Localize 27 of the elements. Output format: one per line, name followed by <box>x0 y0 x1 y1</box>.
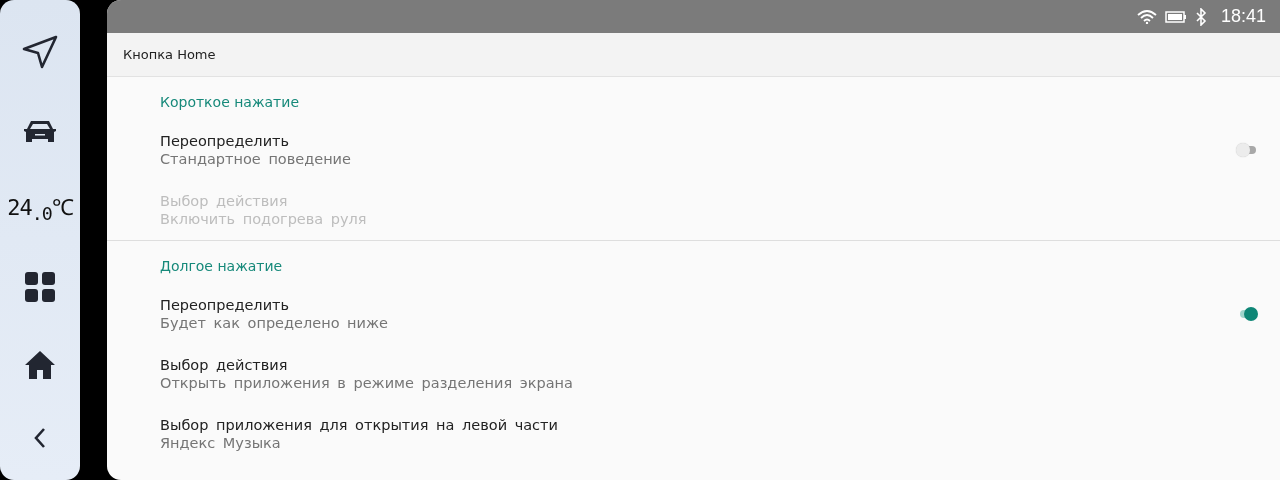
list-preference[interactable]: Выбор приложения для открытия на левой части Яндекс Музыка <box>107 404 1280 464</box>
preference-summary: Яндекс Музыка <box>160 435 282 451</box>
preference-title: Выбор действия <box>160 193 289 209</box>
preference-title: Переопределить <box>160 133 291 149</box>
car-icon[interactable] <box>23 118 57 145</box>
preference-summary: Стандартное поведение <box>160 151 352 167</box>
back-icon[interactable] <box>32 426 48 449</box>
clock: 18:41 <box>1220 6 1266 27</box>
list-preference[interactable]: Выбор действия Открыть приложения в режиме разделения экрана <box>107 344 1280 404</box>
bluetooth-icon <box>1194 7 1207 26</box>
app-grid-icon[interactable] <box>24 271 56 304</box>
screen-title: Кнопка Home <box>123 47 216 62</box>
temperature-reading[interactable]: 24$_{.0}$℃ <box>7 190 73 225</box>
battery-icon <box>1164 10 1187 23</box>
switch-preference[interactable]: Переопределить Будет как определено ниже <box>107 284 1280 344</box>
category-title: Долгое нажатие <box>159 257 284 276</box>
preference-title: Переопределить <box>160 297 291 313</box>
switch-preference[interactable]: Переопределить Стандартное поведение <box>107 120 1280 180</box>
preference-title: Выбор действия <box>160 357 289 373</box>
wifi-icon <box>1136 9 1157 24</box>
category-title: Короткое нажатие <box>159 93 300 112</box>
toggle-switch[interactable] <box>1236 142 1258 158</box>
preference-summary: Открыть приложения в режиме разделения экрана <box>160 375 574 391</box>
home-icon[interactable] <box>24 349 56 380</box>
preference-summary: Будет как определено ниже <box>160 315 389 331</box>
preference-title: Выбор приложения для открытия на левой части <box>160 417 559 433</box>
preference-summary: Включить подогрева руля <box>160 211 368 227</box>
